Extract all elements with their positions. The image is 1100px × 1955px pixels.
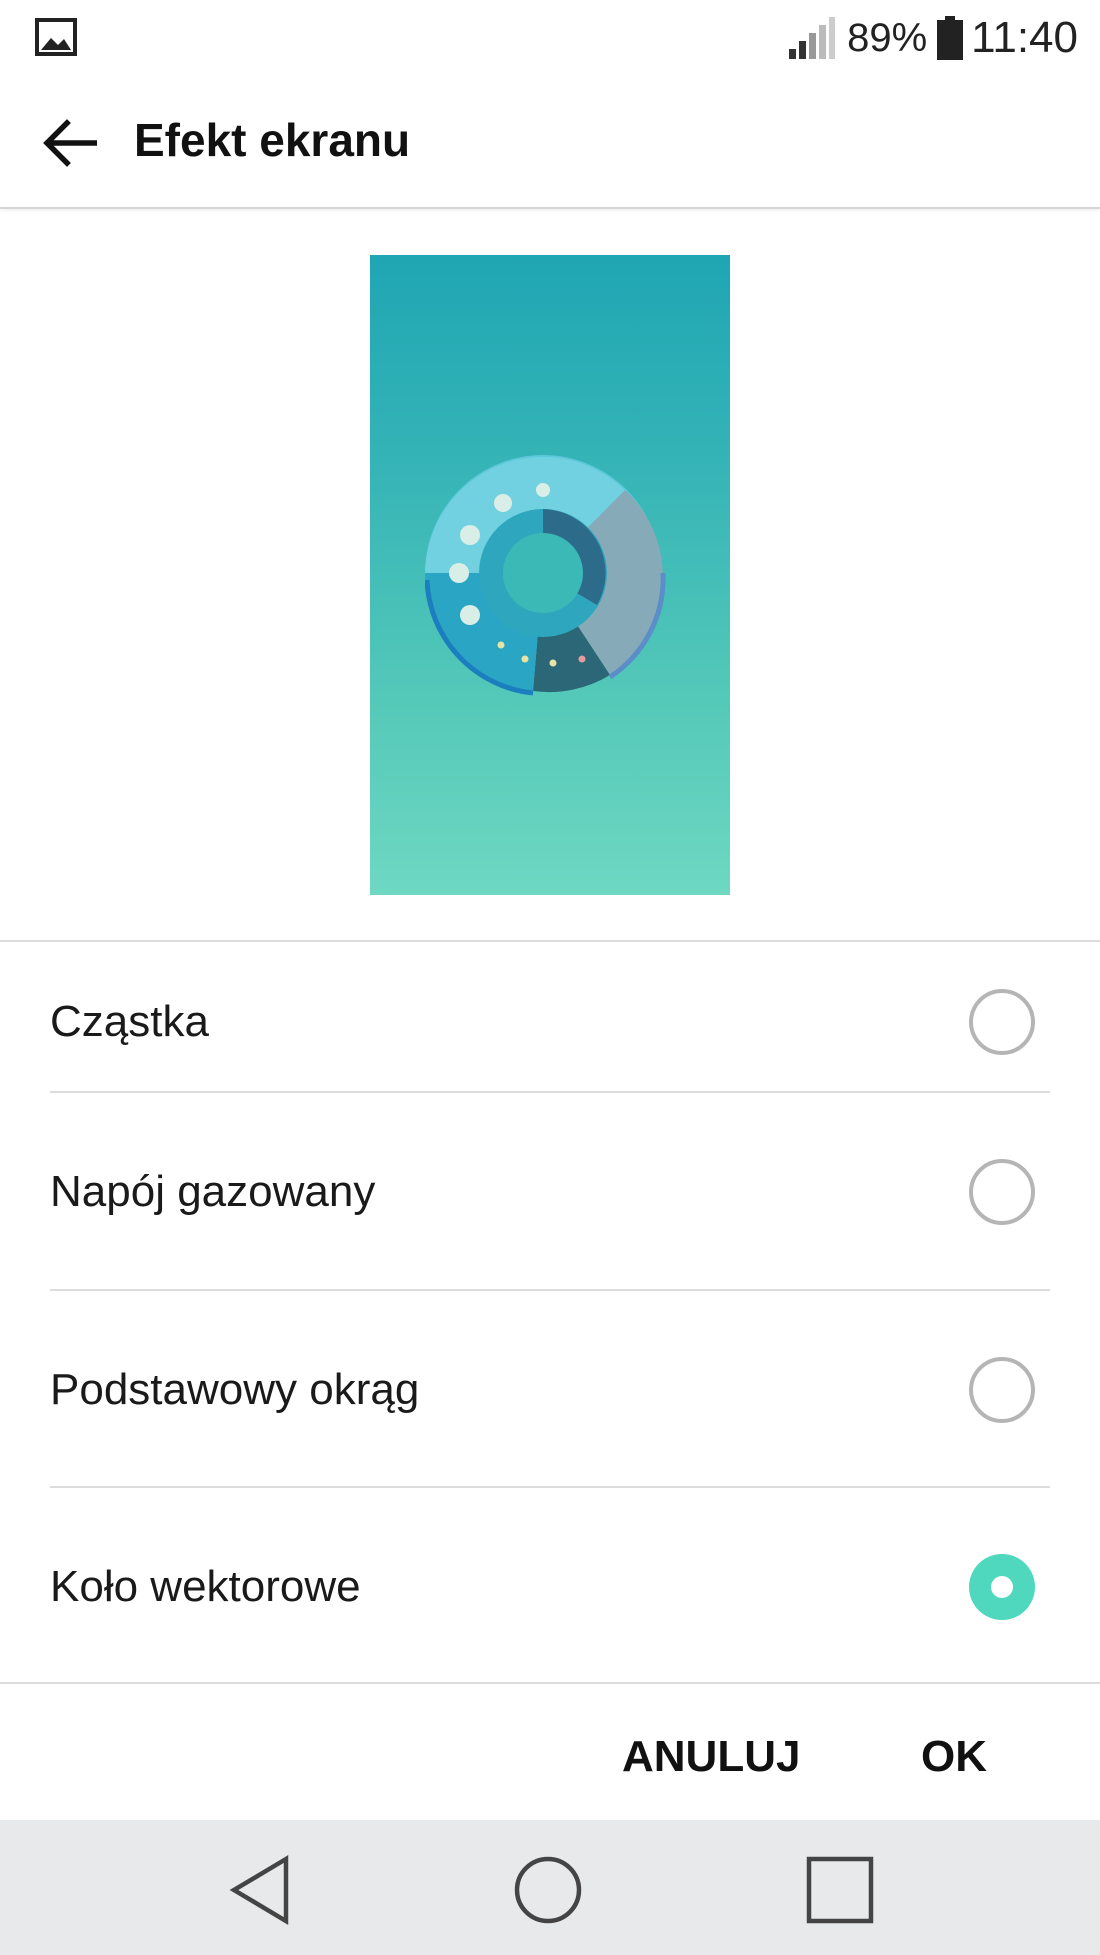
vector-circle-illustration: [425, 455, 666, 696]
option-podstawowy-okrag[interactable]: Podstawowy okrąg: [50, 1292, 1050, 1488]
back-triangle-icon: [229, 1855, 289, 1925]
effect-preview-image: [370, 255, 730, 895]
nav-back-button[interactable]: [220, 1850, 300, 1930]
radio-button[interactable]: [969, 989, 1035, 1055]
app-bar: Efekt ekranu: [0, 75, 1100, 209]
option-label: Podstawowy okrąg: [50, 1365, 420, 1414]
status-bar: 89% 11:40: [0, 0, 1100, 75]
option-kolo-wektorowe[interactable]: Koło wektorowe: [50, 1489, 1050, 1685]
dialog-button-bar: ANULUJ OK: [0, 1684, 1100, 1820]
option-label: Cząstka: [50, 997, 209, 1046]
home-circle-icon: [514, 1856, 582, 1924]
radio-button[interactable]: [969, 1159, 1035, 1225]
option-napoj-gazowany[interactable]: Napój gazowany: [50, 1094, 1050, 1290]
recents-square-icon: [806, 1856, 874, 1924]
option-czastka[interactable]: Cząstka: [50, 958, 1050, 1086]
ok-button[interactable]: OK: [921, 1732, 987, 1782]
option-label: Koło wektorowe: [50, 1562, 361, 1611]
option-label: Napój gazowany: [50, 1167, 376, 1216]
nav-recents-button[interactable]: [800, 1850, 880, 1930]
radio-button-selected[interactable]: [969, 1554, 1035, 1620]
nav-home-button[interactable]: [508, 1850, 588, 1930]
back-arrow-icon: [43, 119, 97, 167]
effect-option-list: Cząstka Napój gazowany Podstawowy okrąg …: [0, 944, 1100, 1684]
gallery-icon: [35, 18, 77, 56]
cancel-button[interactable]: ANULUJ: [622, 1732, 800, 1782]
battery-icon: [937, 16, 964, 60]
page-title: Efekt ekranu: [134, 114, 411, 166]
signal-icon: [789, 17, 836, 59]
clock: 11:40: [971, 13, 1078, 62]
divider: [50, 1289, 1050, 1291]
back-button[interactable]: [30, 103, 110, 183]
navigation-bar: [0, 1820, 1100, 1955]
battery-percent: 89%: [847, 15, 928, 60]
divider: [50, 1486, 1050, 1488]
radio-button[interactable]: [969, 1357, 1035, 1423]
divider: [50, 1091, 1050, 1093]
effect-preview-area: [0, 209, 1100, 942]
